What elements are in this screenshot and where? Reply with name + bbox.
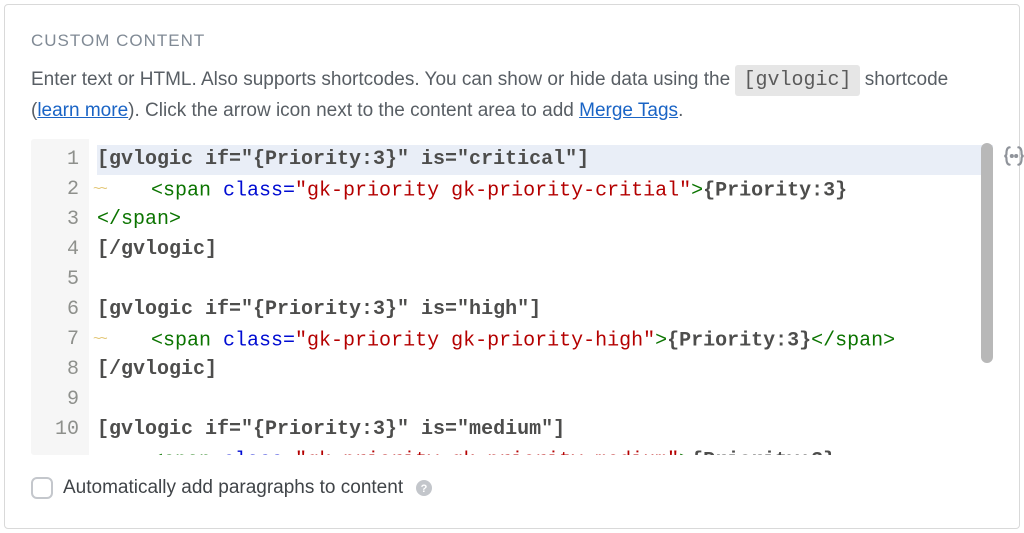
gutter-line: 5 xyxy=(49,265,79,295)
description-text: Enter text or HTML. Also supports shortc… xyxy=(31,65,993,125)
code-string: "gk-priority gk-priority-critial" xyxy=(295,180,691,203)
line-gutter: 1 2 3 4 5 6 7 8 9 10 xyxy=(31,139,89,455)
merge-tags-link[interactable]: Merge Tags xyxy=(579,100,678,121)
code-line[interactable]: [gvlogic if="{Priority:3}" is="critical"… xyxy=(97,145,993,175)
code-editor[interactable]: 1 2 3 4 5 6 7 8 9 10 [gvlogic if="{Prior… xyxy=(31,139,993,455)
gutter-line: 4 xyxy=(49,235,79,265)
gutter-line: 2 xyxy=(49,175,79,205)
code-tag: </span> xyxy=(811,330,895,353)
code-token: [gvlogic if="{Priority:3}" is="high"] xyxy=(97,298,541,321)
wrap-marker-icon: ~~ xyxy=(93,445,115,455)
code-string: "gk-priority gk-priority-medium" xyxy=(295,450,679,456)
custom-content-panel: CUSTOM CONTENT Enter text or HTML. Also … xyxy=(4,4,1020,529)
scroll-thumb[interactable] xyxy=(981,143,993,363)
code-line[interactable]: [/gvlogic] xyxy=(97,235,993,265)
code-line[interactable] xyxy=(97,265,993,295)
code-line[interactable]: ~~ <span class="gk-priority gk-priority-… xyxy=(97,175,993,205)
shortcode-pill: [gvlogic] xyxy=(735,65,859,96)
code-text: {Priority:3} xyxy=(703,180,847,203)
code-token: [/gvlogic] xyxy=(97,358,217,381)
code-tag: > xyxy=(679,450,691,456)
code-attr: class= xyxy=(211,450,295,456)
svg-text:?: ? xyxy=(421,483,428,495)
desc-part-3: ). Click the arrow icon next to the cont… xyxy=(128,100,579,121)
wrap-marker-icon: ~~ xyxy=(93,325,115,355)
code-tag: <span xyxy=(151,180,211,203)
wrap-marker-icon: ~~ xyxy=(93,175,115,205)
code-string: "gk-priority gk-priority-high" xyxy=(295,330,655,353)
code-token: [gvlogic if="{Priority:3}" is="critical"… xyxy=(97,148,589,171)
code-tag: <span xyxy=(151,450,211,456)
learn-more-link[interactable]: learn more xyxy=(37,100,128,121)
gutter-line: 3 xyxy=(49,205,79,235)
code-line[interactable]: [/gvlogic] xyxy=(97,355,993,385)
auto-paragraphs-label: Automatically add paragraphs to content xyxy=(63,477,403,499)
code-tag: > xyxy=(691,180,703,203)
help-icon[interactable]: ? xyxy=(415,479,433,497)
gutter-line: 1 xyxy=(49,145,79,175)
code-text: {Priority:3} xyxy=(691,450,835,456)
merge-tags-icon[interactable] xyxy=(1001,143,1024,169)
code-line[interactable]: ~~ <span class="gk-priority gk-priority-… xyxy=(97,445,993,455)
code-line[interactable]: </span> xyxy=(97,205,993,235)
code-tag: </span> xyxy=(97,208,181,231)
auto-paragraphs-checkbox[interactable] xyxy=(31,477,53,499)
code-line[interactable]: [gvlogic if="{Priority:3}" is="medium"] xyxy=(97,415,993,445)
code-token: [/gvlogic] xyxy=(97,238,217,261)
auto-paragraphs-row: Automatically add paragraphs to content … xyxy=(31,477,993,499)
code-attr: class= xyxy=(211,330,295,353)
code-area[interactable]: [gvlogic if="{Priority:3}" is="critical"… xyxy=(89,139,993,455)
gutter-line: 9 xyxy=(49,385,79,415)
code-token: [gvlogic if="{Priority:3}" is="medium"] xyxy=(97,418,565,441)
code-tag: > xyxy=(655,330,667,353)
code-line[interactable]: [gvlogic if="{Priority:3}" is="high"] xyxy=(97,295,993,325)
desc-part-4: . xyxy=(678,100,683,121)
gutter-line: 8 xyxy=(49,355,79,385)
code-attr: class= xyxy=(211,180,295,203)
code-line[interactable]: ~~ <span class="gk-priority gk-priority-… xyxy=(97,325,993,355)
code-line[interactable] xyxy=(97,385,993,415)
editor-wrap: 1 2 3 4 5 6 7 8 9 10 [gvlogic if="{Prior… xyxy=(31,139,993,455)
code-tag: <span xyxy=(151,330,211,353)
gutter-line: 6 xyxy=(49,295,79,325)
scrollbar[interactable] xyxy=(981,143,993,451)
code-text: {Priority:3} xyxy=(667,330,811,353)
desc-part-1: Enter text or HTML. Also supports shortc… xyxy=(31,69,735,90)
gutter-line: 10 xyxy=(49,415,79,445)
section-title: CUSTOM CONTENT xyxy=(31,31,993,51)
gutter-line: 7 xyxy=(49,325,79,355)
